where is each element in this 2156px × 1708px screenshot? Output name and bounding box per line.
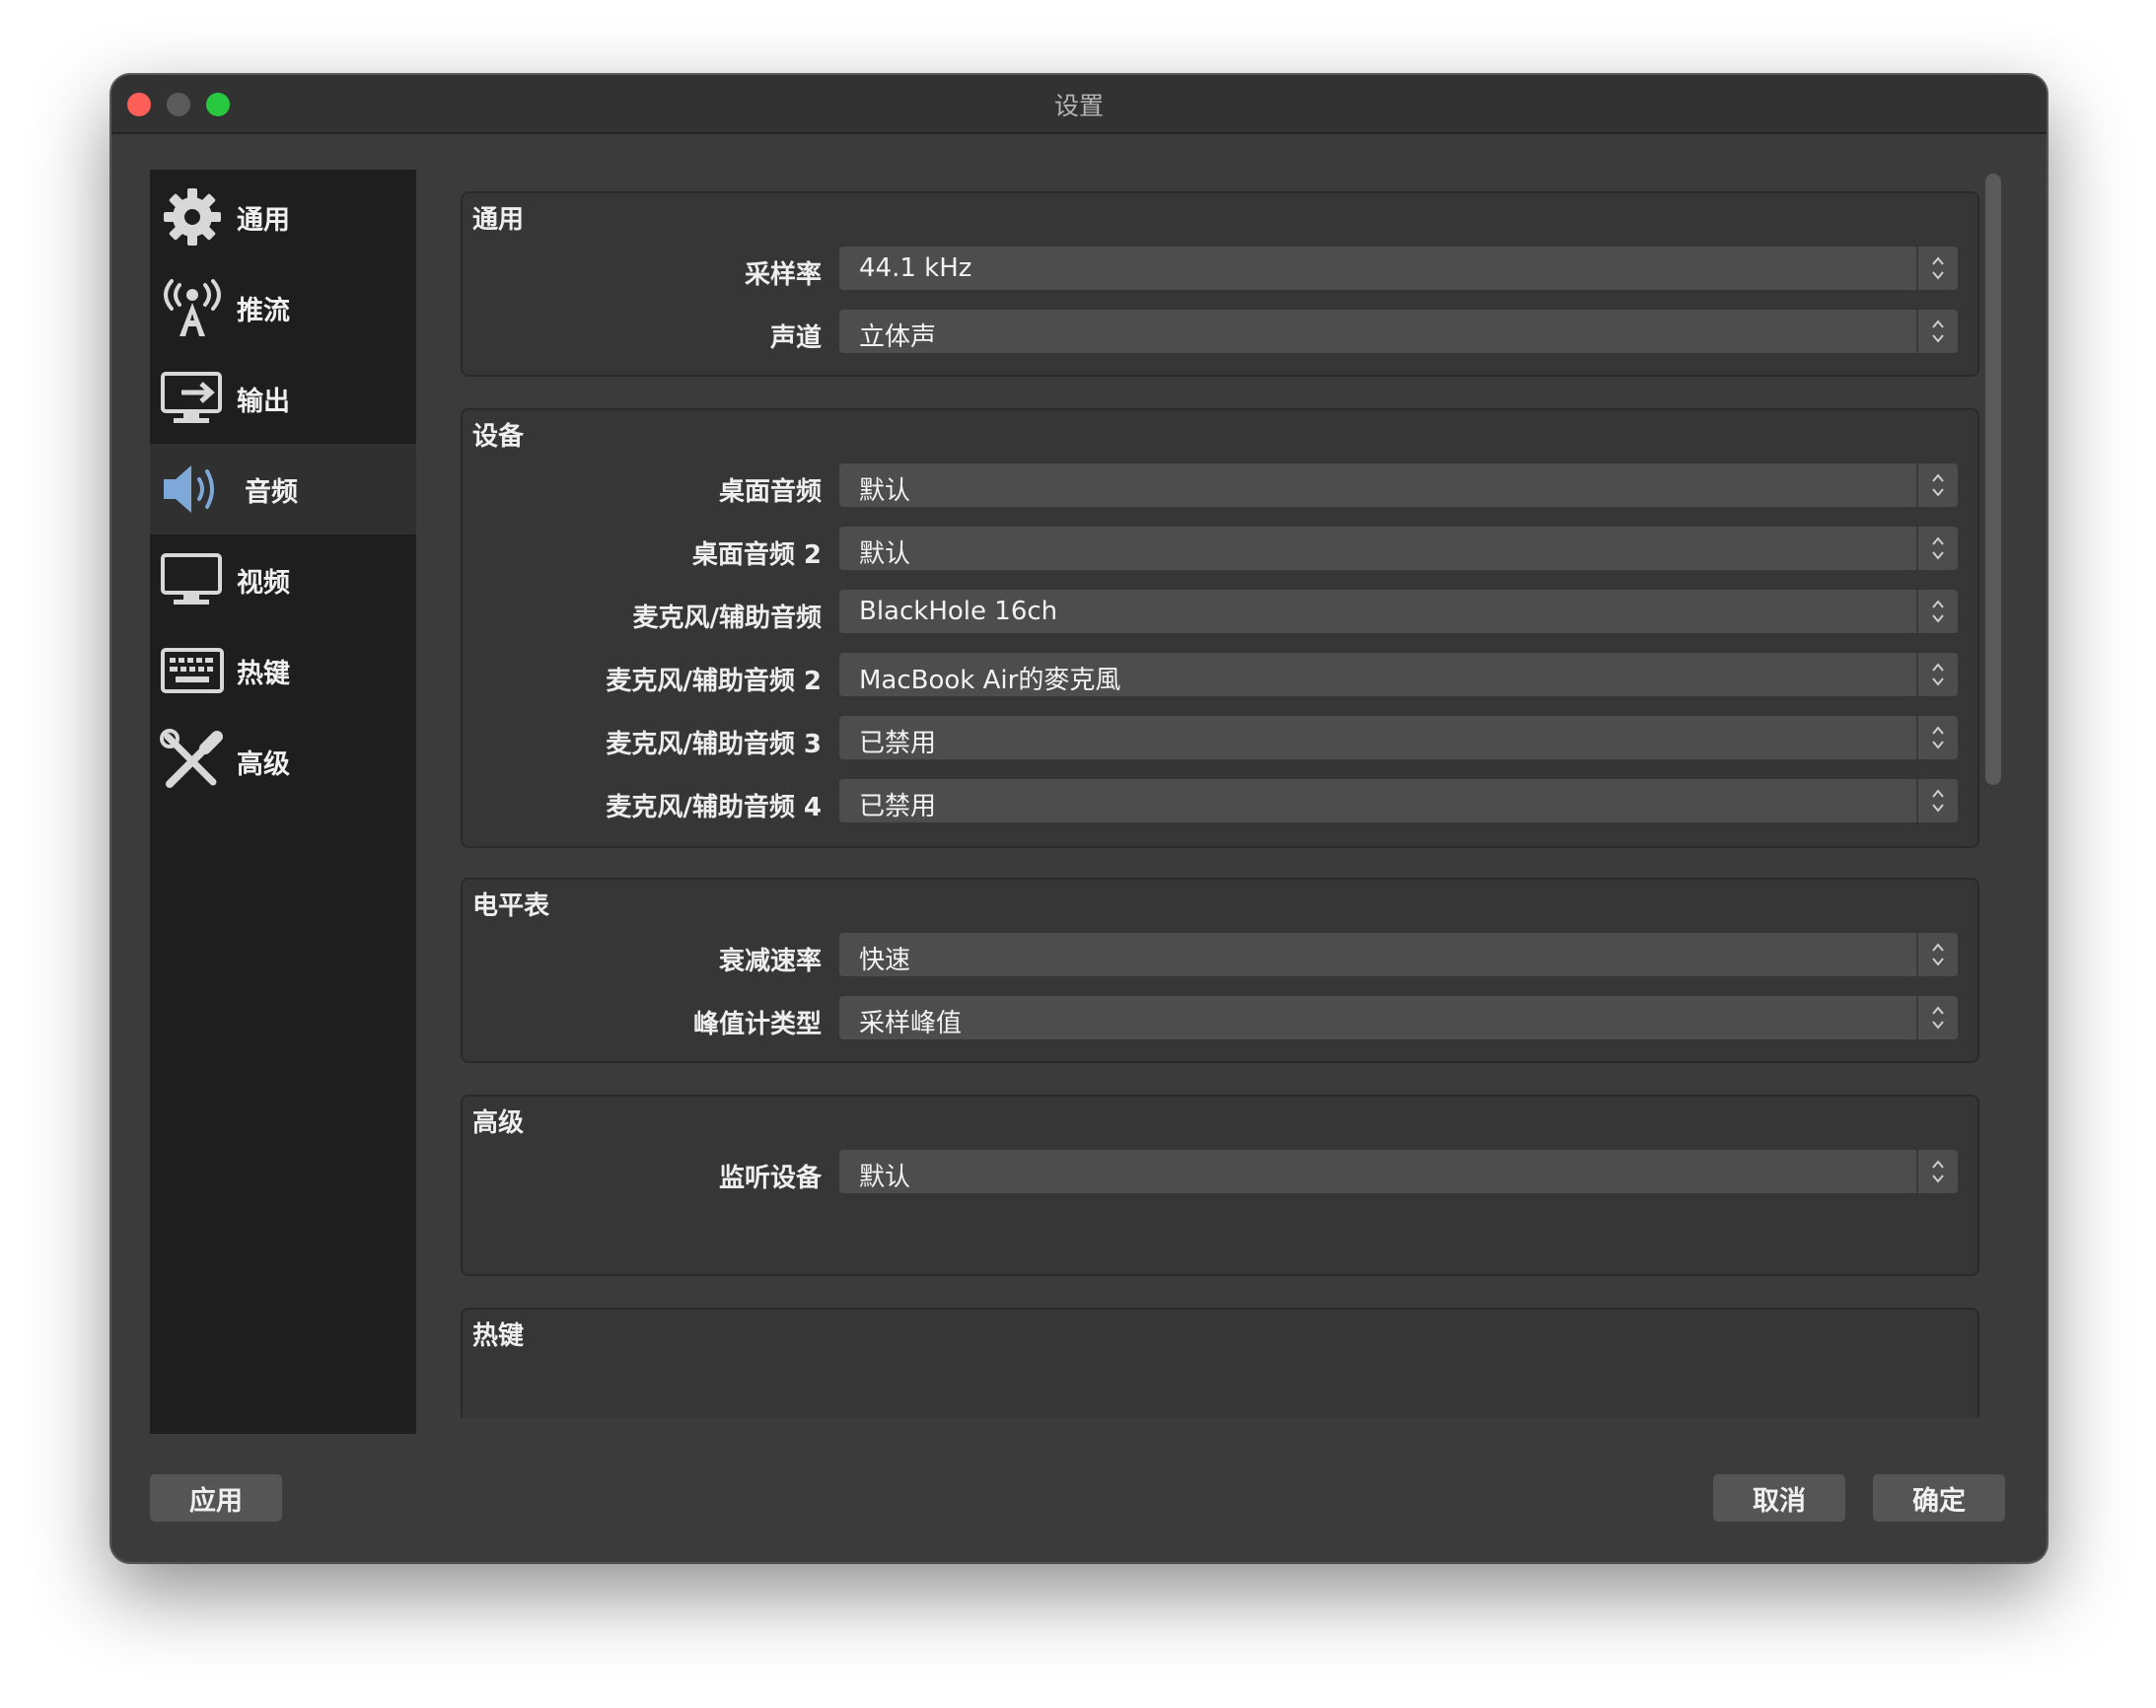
monitoring-device-select[interactable]: 默认 [839,1150,1958,1193]
settings-content[interactable]: 通用 采样率 44.1 kHz 声道 立体声 设备 桌面音频 默认 桌面音频 2… [461,170,1979,1418]
settings-sidebar: 通用 推流 输出 音频 视频 热键 高级 [150,170,416,1434]
cancel-button[interactable]: 取消 [1713,1474,1845,1522]
form-row: 衰减速率 快速 [463,933,1979,978]
updown-chevron-icon [1916,716,1958,759]
window-title: 设置 [1053,92,1104,120]
sidebar-item-audio[interactable]: 音频 [150,444,416,534]
form-row: 麦克风/辅助音频 BlackHole 16ch [463,590,1979,635]
mic-aux-audio-4-select[interactable]: 已禁用 [839,779,1958,822]
select-value: 默认 [859,476,911,506]
row-label: 麦克风/辅助音频 4 [606,793,822,822]
sidebar-item-label: 高级 [237,748,290,780]
form-row: 桌面音频 2 默认 [463,527,1979,572]
row-label: 衰减速率 [718,947,822,976]
form-row: 采样率 44.1 kHz [463,247,1979,292]
sidebar-item-stream[interactable]: 推流 [150,262,416,353]
select-value: BlackHole 16ch [859,597,1058,626]
updown-chevron-icon [1916,247,1958,290]
group-title: 通用 [472,205,525,235]
speaker-icon [158,455,227,524]
sidebar-item-label: 推流 [237,295,290,326]
sidebar-item-label: 音频 [245,476,298,508]
updown-chevron-icon [1916,590,1958,633]
row-label: 峰值计类型 [692,1010,822,1039]
row-label: 麦克风/辅助音频 2 [606,667,822,696]
group-title: 热键 [472,1321,525,1351]
peak-meter-type-select[interactable]: 采样峰值 [839,996,1958,1039]
select-value: MacBook Air的麥克風 [859,666,1121,695]
form-row: 声道 立体声 [463,310,1979,355]
vertical-scrollbar[interactable] [1985,174,2001,785]
channels-select[interactable]: 立体声 [839,310,1958,353]
updown-chevron-icon [1916,933,1958,976]
updown-chevron-icon [1916,779,1958,822]
form-row: 峰值计类型 采样峰值 [463,996,1979,1041]
settings-window: 设置 通用 推流 输出 音频 视频 热键 高级 通用 采样率 44.1 kHz … [110,74,2048,1563]
group-title: 高级 [472,1108,525,1138]
group-title: 电平表 [472,891,550,921]
form-row: 麦克风/辅助音频 3 已禁用 [463,716,1979,761]
group-advanced: 高级 监听设备 默认 [461,1095,1979,1276]
sidebar-item-label: 通用 [237,204,290,236]
sidebar-item-hotkeys[interactable]: 热键 [150,625,416,716]
form-row: 麦克风/辅助音频 2 MacBook Air的麥克風 [463,653,1979,698]
mic-aux-audio-select[interactable]: BlackHole 16ch [839,590,1958,633]
ok-button[interactable]: 确定 [1873,1474,2005,1522]
updown-chevron-icon [1916,463,1958,507]
row-label: 桌面音频 2 [691,540,822,570]
sample-rate-select[interactable]: 44.1 kHz [839,247,1958,290]
sidebar-item-label: 视频 [237,567,290,599]
row-label: 麦克风/辅助音频 [632,604,823,633]
output-monitor-icon [158,364,227,433]
decay-rate-select[interactable]: 快速 [839,933,1958,976]
row-label: 采样率 [744,260,822,290]
mic-aux-audio-3-select[interactable]: 已禁用 [839,716,1958,759]
sidebar-item-general[interactable]: 通用 [150,172,416,262]
tools-icon [158,727,227,796]
select-value: 已禁用 [859,792,937,821]
select-value: 默认 [859,539,911,569]
row-label: 监听设备 [718,1164,822,1193]
updown-chevron-icon [1916,996,1958,1039]
antenna-icon [158,273,227,342]
keyboard-icon [158,636,227,705]
group-general: 通用 采样率 44.1 kHz 声道 立体声 [461,191,1979,377]
group-title: 设备 [472,422,525,452]
desktop-audio-select[interactable]: 默认 [839,463,1958,507]
sidebar-item-video[interactable]: 视频 [150,534,416,625]
group-meters: 电平表 衰减速率 快速 峰值计类型 采样峰值 [461,878,1979,1063]
select-value: 采样峰值 [859,1009,963,1038]
updown-chevron-icon [1916,310,1958,353]
apply-button[interactable]: 应用 [150,1474,282,1522]
monitor-icon [158,545,227,614]
row-label: 声道 [769,323,822,353]
form-row: 桌面音频 默认 [463,463,1979,509]
row-label: 麦克风/辅助音频 3 [606,730,822,759]
sidebar-item-advanced[interactable]: 高级 [150,716,416,807]
sidebar-item-output[interactable]: 输出 [150,353,416,444]
mic-aux-audio-2-select[interactable]: MacBook Air的麥克風 [839,653,1958,696]
row-label: 桌面音频 [718,477,822,507]
group-hotkeys: 热键 [461,1308,1979,1418]
sidebar-item-label: 热键 [237,658,290,689]
sidebar-item-label: 输出 [237,386,290,417]
group-devices: 设备 桌面音频 默认 桌面音频 2 默认 麦克风/辅助音频 BlackHole … [461,408,1979,848]
select-value: 默认 [859,1163,911,1192]
select-value: 已禁用 [859,729,937,758]
desktop-audio-2-select[interactable]: 默认 [839,527,1958,570]
updown-chevron-icon [1916,653,1958,696]
gear-icon [158,182,227,251]
updown-chevron-icon [1916,1150,1958,1193]
form-row: 监听设备 默认 [463,1150,1979,1195]
updown-chevron-icon [1916,527,1958,570]
select-value: 44.1 kHz [859,253,972,283]
title-bar: 设置 [111,75,2047,134]
select-value: 快速 [859,946,911,975]
select-value: 立体声 [859,322,937,352]
form-row: 麦克风/辅助音频 4 已禁用 [463,779,1979,824]
